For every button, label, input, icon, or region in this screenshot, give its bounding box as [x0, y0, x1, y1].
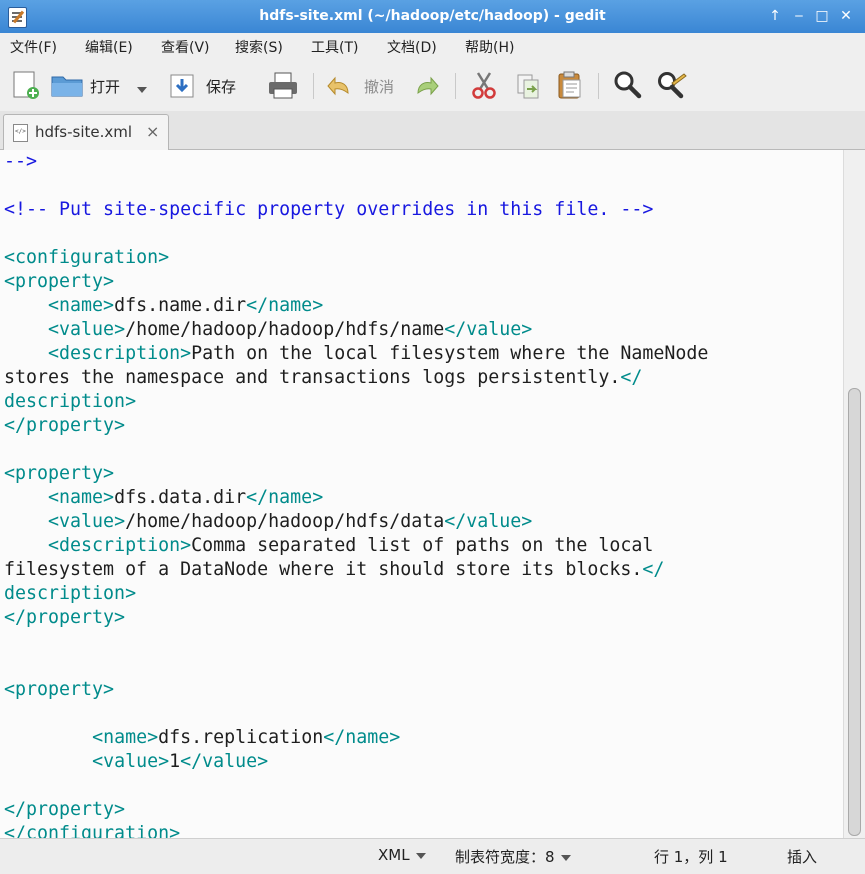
code-line[interactable]: <value>/home/hadoop/hadoop/hdfs/name</va… [4, 318, 532, 342]
menu-edit[interactable]: 编辑(E) [85, 37, 133, 57]
print-icon[interactable] [266, 69, 300, 101]
toolbar-separator [598, 73, 599, 99]
menu-search[interactable]: 搜索(S) [235, 37, 283, 57]
code-line[interactable]: <property> [4, 270, 114, 294]
chevron-down-icon [415, 852, 426, 859]
code-line[interactable]: <name>dfs.replication</name> [4, 726, 400, 750]
undo-button[interactable]: 撤消 [364, 76, 394, 97]
xml-file-icon [13, 124, 28, 142]
tab-width-label: 制表符宽度：8 [455, 848, 555, 866]
title-bar[interactable]: hdfs-site.xml (~/hadoop/etc/hadoop) - ge… [0, 0, 865, 33]
code-line[interactable]: </configuration> [4, 822, 180, 838]
save-down-arrow-icon[interactable] [169, 69, 195, 101]
menu-bar: 文件(F) 编辑(E) 查看(V) 搜索(S) 工具(T) 文档(D) 帮助(H… [0, 33, 865, 59]
language-selector[interactable]: XML [378, 846, 426, 864]
cursor-position: 行 1，列 1 [654, 848, 728, 866]
close-window-button[interactable]: ✕ [837, 7, 855, 25]
code-line[interactable]: <value>/home/hadoop/hadoop/hdfs/data</va… [4, 510, 532, 534]
copy-icon[interactable] [514, 69, 542, 101]
maximize-button[interactable]: □ [813, 7, 831, 25]
find-magnifier-icon[interactable] [611, 69, 643, 101]
code-line[interactable]: <!-- Put site-specific property override… [4, 198, 653, 222]
open-button[interactable]: 打开 [90, 76, 120, 97]
find-replace-icon[interactable] [654, 69, 688, 101]
insert-mode: 插入 [787, 848, 818, 866]
code-line[interactable]: <configuration> [4, 246, 169, 270]
toolbar: 打开 保存 撤消 [0, 59, 865, 111]
chevron-down-icon [560, 854, 571, 861]
vertical-scrollbar[interactable] [843, 150, 865, 838]
status-bar: XML 制表符宽度：8 行 1，列 1 插入 [0, 838, 865, 874]
code-line[interactable]: <name>dfs.name.dir</name> [4, 294, 323, 318]
menu-view[interactable]: 查看(V) [161, 37, 210, 57]
code-line[interactable]: description> [4, 582, 136, 606]
code-line[interactable]: <description>Path on the local filesyste… [4, 342, 708, 366]
code-line[interactable]: </property> [4, 414, 125, 438]
code-line[interactable]: </property> [4, 798, 125, 822]
code-line[interactable]: <value>1</value> [4, 750, 268, 774]
gedit-window: hdfs-site.xml (~/hadoop/etc/hadoop) - ge… [0, 0, 865, 874]
window-title: hdfs-site.xml (~/hadoop/etc/hadoop) - ge… [259, 8, 606, 24]
toolbar-separator [313, 73, 314, 99]
paste-clipboard-icon[interactable] [555, 69, 585, 101]
tab-width-selector[interactable]: 制表符宽度：8 [455, 846, 571, 867]
cut-scissors-icon[interactable] [468, 69, 500, 101]
open-recent-dropdown[interactable] [137, 80, 147, 98]
code-line[interactable]: </property> [4, 606, 125, 630]
language-label: XML [378, 846, 410, 864]
code-line[interactable]: stores the namespace and transactions lo… [4, 366, 642, 390]
save-button[interactable]: 保存 [206, 76, 236, 97]
keep-above-button[interactable]: ↑ [766, 7, 784, 25]
code-line[interactable]: description> [4, 390, 136, 414]
scrollbar-thumb[interactable] [848, 388, 861, 836]
text-editor-area[interactable]: --> <!-- Put site-specific property overr… [0, 150, 843, 838]
code-line[interactable]: <property> [4, 678, 114, 702]
tab-label: hdfs-site.xml [35, 123, 133, 141]
menu-documents[interactable]: 文档(D) [387, 37, 437, 57]
code-line[interactable]: <property> [4, 462, 114, 486]
minimize-button[interactable]: ‒ [790, 7, 808, 25]
menu-file[interactable]: 文件(F) [10, 37, 57, 57]
toolbar-separator [455, 73, 456, 99]
code-line[interactable]: <description>Comma separated list of pat… [4, 534, 653, 558]
new-document-icon[interactable] [10, 69, 42, 101]
menu-help[interactable]: 帮助(H) [465, 37, 514, 57]
menu-tools[interactable]: 工具(T) [311, 37, 358, 57]
close-tab-icon[interactable]: × [146, 122, 159, 141]
code-line[interactable]: filesystem of a DataNode where it should… [4, 558, 664, 582]
code-line[interactable]: <name>dfs.data.dir</name> [4, 486, 323, 510]
open-folder-icon[interactable] [50, 69, 84, 101]
undo-icon[interactable] [326, 69, 356, 101]
redo-icon[interactable] [410, 69, 440, 101]
code-line[interactable]: --> [4, 150, 37, 174]
document-tab-bar: hdfs-site.xml × [0, 111, 865, 150]
tab-hdfs-site-xml[interactable]: hdfs-site.xml × [3, 114, 169, 150]
